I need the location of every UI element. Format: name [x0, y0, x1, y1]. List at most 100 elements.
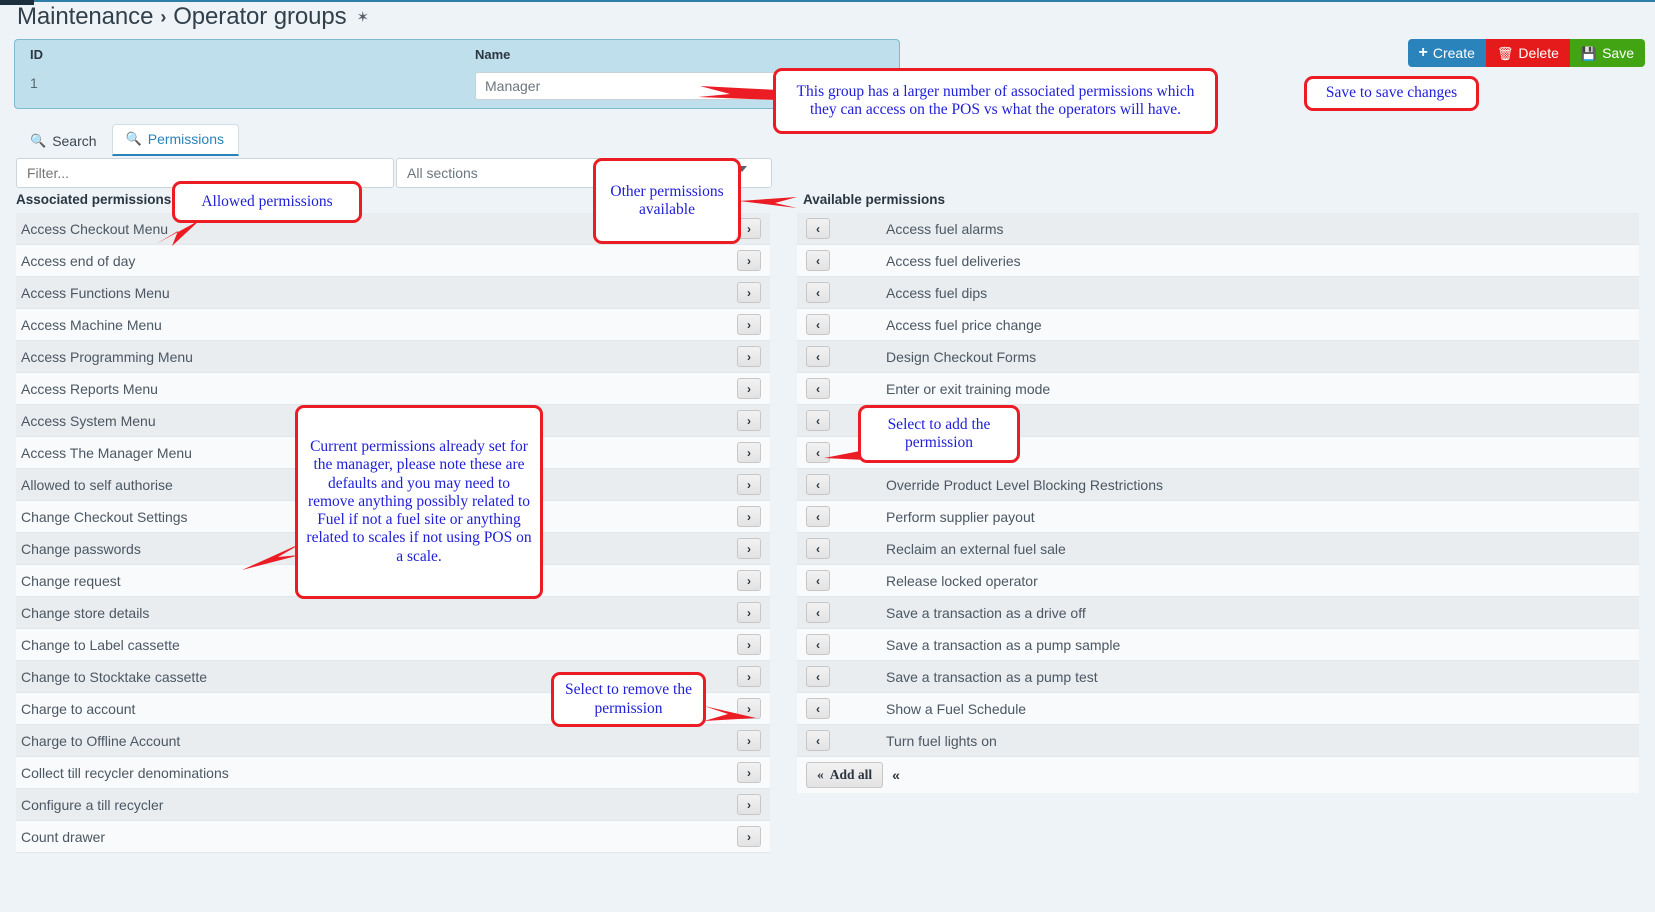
delete-button[interactable]: 🗑 Delete: [1485, 39, 1570, 67]
permission-row[interactable]: ‹ Show a Fuel Schedule: [797, 693, 1639, 725]
save-button-label: Save: [1602, 45, 1634, 61]
add-all-button[interactable]: « Add all: [806, 762, 884, 788]
permission-label: Turn fuel lights on: [886, 732, 997, 749]
move-left-icon[interactable]: ‹: [806, 538, 830, 559]
move-left-icon[interactable]: ‹: [806, 506, 830, 527]
move-left-icon[interactable]: ‹: [806, 634, 830, 655]
permission-label: Enter or exit training mode: [886, 380, 1051, 397]
permission-row[interactable]: ‹ Enter or exit training mode: [797, 373, 1639, 405]
permission-label: Design Checkout Forms: [886, 348, 1037, 365]
id-value: 1: [30, 75, 38, 91]
save-button[interactable]: 💾 Save: [1569, 39, 1645, 67]
permission-label: Reclaim an external fuel sale: [886, 540, 1066, 557]
trash-icon: 🗑: [1496, 45, 1514, 61]
permission-row[interactable]: Access Programming Menu ›: [16, 341, 770, 373]
permission-row[interactable]: ‹ Reclaim an external fuel sale: [797, 533, 1639, 565]
permission-row[interactable]: Access Reports Menu ›: [16, 373, 770, 405]
id-label: ID: [30, 47, 43, 62]
move-left-icon[interactable]: ‹: [806, 730, 830, 751]
move-right-icon[interactable]: ›: [737, 314, 761, 335]
move-right-icon[interactable]: ›: [737, 666, 761, 687]
plus-icon: +: [1418, 44, 1428, 61]
available-permissions-heading: Available permissions: [803, 192, 946, 207]
move-right-icon[interactable]: ›: [737, 570, 761, 591]
move-right-icon[interactable]: ›: [737, 474, 761, 495]
move-right-icon[interactable]: ›: [737, 762, 761, 783]
move-left-icon[interactable]: ‹: [806, 602, 830, 623]
move-right-icon[interactable]: ›: [737, 602, 761, 623]
annotation-arrow-other-note: [735, 190, 805, 214]
permission-row[interactable]: ‹ Access fuel deliveries: [797, 245, 1639, 277]
permission-row[interactable]: ‹ Turn fuel lights on: [797, 725, 1639, 757]
permission-label: Access fuel alarms: [886, 220, 1004, 237]
permission-row[interactable]: ‹ Access fuel price change: [797, 309, 1639, 341]
action-button-group: + Create 🗑 Delete 💾 Save: [1407, 39, 1645, 67]
permission-label: Charge to Offline Account: [21, 732, 181, 749]
permission-row[interactable]: ‹ Save a transaction as a drive off: [797, 597, 1639, 629]
permission-row[interactable]: Access end of day ›: [16, 245, 770, 277]
permission-label: Override Product Level Blocking Restrict…: [886, 476, 1164, 493]
permission-row[interactable]: ‹ Access fuel dips: [797, 277, 1639, 309]
breadcrumb-parent[interactable]: Maintenance: [17, 3, 153, 31]
permission-label: Save a transaction as a pump test: [886, 668, 1098, 685]
permission-row[interactable]: Access Functions Menu ›: [16, 277, 770, 309]
move-right-icon[interactable]: ›: [737, 442, 761, 463]
move-left-icon[interactable]: ‹: [806, 570, 830, 591]
permission-label: Collect till recycler denominations: [21, 764, 229, 781]
name-label: Name: [475, 47, 511, 62]
double-chevron-left-icon[interactable]: «: [892, 767, 900, 783]
move-right-icon[interactable]: ›: [737, 794, 761, 815]
chevron-right-icon: ›: [160, 6, 167, 27]
annotation-group-note: This group has a larger number of associ…: [773, 68, 1218, 134]
move-right-icon[interactable]: ›: [737, 346, 761, 367]
permission-row[interactable]: ‹ Design Checkout Forms: [797, 341, 1639, 373]
permission-row[interactable]: ‹ Save a transaction as a pump sample: [797, 629, 1639, 661]
move-left-icon[interactable]: ‹: [806, 698, 830, 719]
permission-label: Count drawer: [21, 828, 106, 845]
permission-row[interactable]: ‹ Save a transaction as a pump test: [797, 661, 1639, 693]
move-left-icon[interactable]: ‹: [806, 250, 830, 271]
move-right-icon[interactable]: ›: [737, 634, 761, 655]
move-right-icon[interactable]: ›: [737, 506, 761, 527]
move-right-icon[interactable]: ›: [737, 538, 761, 559]
permission-row[interactable]: Collect till recycler denominations ›: [16, 757, 770, 789]
permission-label: Configure a till recycler: [21, 796, 164, 813]
move-left-icon[interactable]: ‹: [806, 282, 830, 303]
move-right-icon[interactable]: ›: [737, 378, 761, 399]
move-left-icon[interactable]: ‹: [806, 666, 830, 687]
add-all-row: « Add all «: [797, 757, 1639, 793]
permission-row[interactable]: ‹ Access fuel alarms: [797, 213, 1639, 245]
permission-row[interactable]: Change to Label cassette ›: [16, 629, 770, 661]
move-left-icon[interactable]: ‹: [806, 378, 830, 399]
permission-row[interactable]: ‹ Perform supplier payout: [797, 501, 1639, 533]
permission-label: Access fuel dips: [886, 284, 988, 301]
permission-row[interactable]: Access Machine Menu ›: [16, 309, 770, 341]
move-right-icon[interactable]: ›: [737, 730, 761, 751]
permission-row[interactable]: ‹ Release locked operator: [797, 565, 1639, 597]
tab-permissions[interactable]: 🔍 Permissions: [111, 124, 239, 156]
id-column: ID 1: [30, 47, 43, 91]
move-right-icon[interactable]: ›: [737, 282, 761, 303]
move-left-icon[interactable]: ‹: [806, 474, 830, 495]
annotation-add-note: Select to add the permission: [858, 405, 1020, 463]
name-column: Name: [475, 47, 510, 62]
permission-label: Save a transaction as a drive off: [886, 604, 1086, 621]
pin-icon[interactable]: ✶: [357, 8, 370, 26]
permission-row[interactable]: Configure a till recycler ›: [16, 789, 770, 821]
top-accent-line: [0, 0, 1655, 2]
permission-row[interactable]: Count drawer ›: [16, 821, 770, 853]
create-button[interactable]: + Create: [1407, 39, 1486, 67]
permission-row[interactable]: Charge to Offline Account ›: [16, 725, 770, 757]
move-left-icon[interactable]: ‹: [806, 346, 830, 367]
double-chevron-left-icon: «: [817, 767, 824, 782]
permission-label: Perform supplier payout: [886, 508, 1035, 525]
tab-search[interactable]: 🔍 Search: [16, 126, 112, 156]
move-right-icon[interactable]: ›: [737, 826, 761, 847]
move-left-icon[interactable]: ‹: [806, 410, 830, 431]
move-left-icon[interactable]: ‹: [806, 218, 830, 239]
move-left-icon[interactable]: ‹: [806, 314, 830, 335]
move-right-icon[interactable]: ›: [737, 250, 761, 271]
move-right-icon[interactable]: ›: [737, 410, 761, 431]
permission-row[interactable]: Change store details ›: [16, 597, 770, 629]
permission-row[interactable]: ‹ Override Product Level Blocking Restric…: [797, 469, 1639, 501]
